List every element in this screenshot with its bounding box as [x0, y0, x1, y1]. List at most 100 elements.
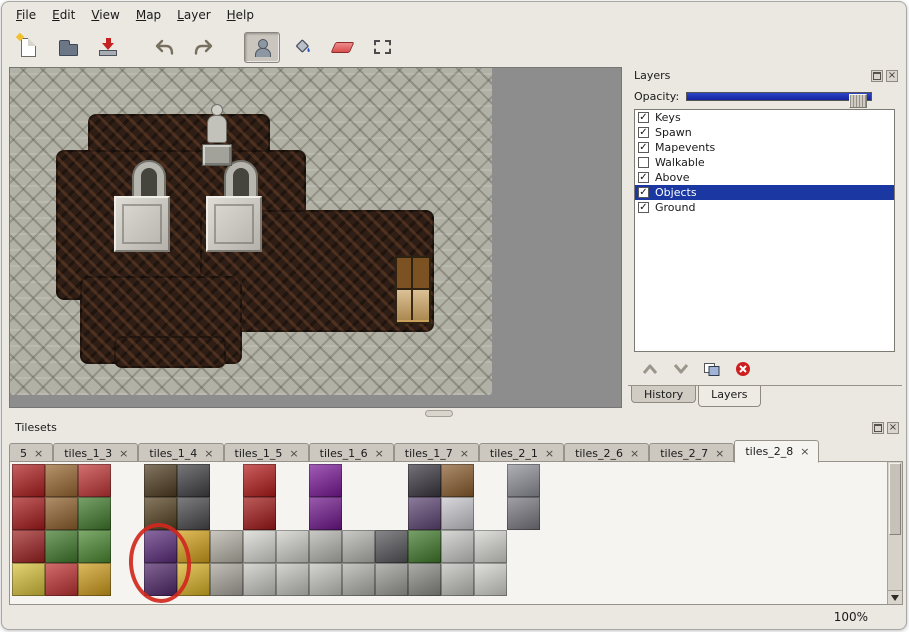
undo-button[interactable]	[146, 32, 182, 63]
tileset-tab-tiles_2_7[interactable]: tiles_2_7×	[649, 443, 734, 462]
close-tab-icon[interactable]: ×	[204, 449, 213, 458]
close-panel-button[interactable]: ×	[886, 70, 898, 82]
layer-row-above[interactable]: ✓Above	[635, 170, 894, 185]
close-tab-icon[interactable]: ×	[545, 449, 554, 458]
tileset-tile[interactable]	[45, 563, 78, 596]
tileset-tile[interactable]	[276, 497, 309, 530]
close-tab-icon[interactable]: ×	[289, 449, 298, 458]
tileset-tile[interactable]	[474, 530, 507, 563]
tileset-tile[interactable]	[507, 563, 540, 596]
eraser-tool-button[interactable]	[324, 32, 360, 63]
tileset-tile[interactable]	[78, 464, 111, 497]
layer-visibility-checkbox[interactable]: ✓	[638, 172, 649, 183]
dock-tab-layers[interactable]: Layers	[698, 386, 760, 407]
tileset-tile[interactable]	[210, 530, 243, 563]
close-panel-button[interactable]: ×	[887, 422, 899, 434]
fill-tool-button[interactable]	[284, 32, 320, 63]
tileset-tile[interactable]	[507, 464, 540, 497]
tileset-tile[interactable]	[78, 530, 111, 563]
opacity-slider-handle[interactable]	[849, 94, 867, 108]
tileset-tile[interactable]	[12, 563, 45, 596]
tileset-tile[interactable]	[375, 497, 408, 530]
tileset-tile[interactable]	[210, 497, 243, 530]
tileset-tile[interactable]	[474, 497, 507, 530]
tileset-tile[interactable]	[12, 497, 45, 530]
tileset-tile[interactable]	[12, 530, 45, 563]
new-file-button[interactable]	[10, 32, 46, 63]
tileset-tile[interactable]	[342, 563, 375, 596]
tileset-tab-tiles_2_6[interactable]: tiles_2_6×	[564, 443, 649, 462]
layer-visibility-checkbox[interactable]: ✓	[638, 127, 649, 138]
tileset-tile[interactable]	[243, 497, 276, 530]
tileset-tile[interactable]	[144, 530, 177, 563]
tileset-tile[interactable]	[474, 464, 507, 497]
float-panel-button[interactable]	[871, 70, 883, 82]
layer-row-mapevents[interactable]: ✓Mapevents	[635, 140, 894, 155]
layer-visibility-checkbox[interactable]: ✓	[638, 202, 649, 213]
menu-view[interactable]: View	[83, 5, 127, 25]
open-file-button[interactable]	[50, 32, 86, 63]
tileset-tile[interactable]	[12, 464, 45, 497]
close-tab-icon[interactable]: ×	[34, 449, 43, 458]
layer-row-spawn[interactable]: ✓Spawn	[635, 125, 894, 140]
tileset-tile[interactable]	[441, 464, 474, 497]
tileset-tile[interactable]	[408, 563, 441, 596]
tileset-tile[interactable]	[45, 530, 78, 563]
save-file-button[interactable]	[90, 32, 126, 63]
stamp-tool-button[interactable]	[244, 32, 280, 63]
menu-map[interactable]: Map	[128, 5, 169, 25]
tileset-tile[interactable]	[309, 530, 342, 563]
tileset-tab-tiles_1_4[interactable]: tiles_1_4×	[138, 443, 223, 462]
tileset-tile[interactable]	[375, 530, 408, 563]
tileset-tile[interactable]	[111, 563, 144, 596]
tileset-tile[interactable]	[474, 563, 507, 596]
duplicate-layer-button[interactable]	[702, 360, 722, 378]
tileset-tile[interactable]	[408, 530, 441, 563]
tileset-tab-5[interactable]: 5×	[9, 443, 53, 462]
tileset-tile[interactable]	[507, 497, 540, 530]
tileset-tile[interactable]	[177, 563, 210, 596]
scrollbar-thumb[interactable]	[889, 463, 901, 535]
tileset-tile[interactable]	[45, 497, 78, 530]
tileset-tile[interactable]	[177, 464, 210, 497]
close-tab-icon[interactable]: ×	[800, 447, 809, 456]
tileset-tile[interactable]	[177, 530, 210, 563]
tileset-scrollbar[interactable]	[887, 462, 902, 604]
layer-list[interactable]: ✓Keys✓Spawn✓MapeventsWalkable✓Above✓Obje…	[634, 109, 895, 352]
pane-splitter-grip[interactable]	[425, 410, 453, 417]
tileset-tile[interactable]	[243, 464, 276, 497]
map-canvas[interactable]	[10, 68, 492, 395]
tileset-tile[interactable]	[111, 464, 144, 497]
delete-layer-button[interactable]	[733, 360, 753, 378]
tileset-tile[interactable]	[45, 464, 78, 497]
tileset-tile[interactable]	[342, 530, 375, 563]
tileset-content[interactable]	[9, 461, 903, 605]
tileset-tab-tiles_1_3[interactable]: tiles_1_3×	[53, 443, 138, 462]
opacity-slider[interactable]	[686, 92, 872, 101]
layer-row-keys[interactable]: ✓Keys	[635, 110, 894, 125]
layer-visibility-checkbox[interactable]: ✓	[638, 112, 649, 123]
menu-layer[interactable]: Layer	[169, 5, 218, 25]
tileset-tab-tiles_2_8[interactable]: tiles_2_8×	[734, 440, 819, 463]
tileset-tile[interactable]	[243, 563, 276, 596]
scrollbar-down-button[interactable]	[888, 590, 902, 604]
tileset-tile[interactable]	[144, 563, 177, 596]
tileset-tile[interactable]	[375, 464, 408, 497]
layer-visibility-checkbox[interactable]: ✓	[638, 142, 649, 153]
layer-visibility-checkbox[interactable]: ✓	[638, 187, 649, 198]
tileset-tile[interactable]	[111, 530, 144, 563]
tileset-tile[interactable]	[309, 497, 342, 530]
tileset-tile[interactable]	[408, 497, 441, 530]
tileset-tile[interactable]	[210, 563, 243, 596]
float-panel-button[interactable]	[872, 422, 884, 434]
close-tab-icon[interactable]: ×	[715, 449, 724, 458]
tileset-tile[interactable]	[441, 497, 474, 530]
dock-tab-history[interactable]: History	[631, 386, 696, 403]
tileset-tile[interactable]	[144, 497, 177, 530]
tileset-tab-tiles_1_6[interactable]: tiles_1_6×	[309, 443, 394, 462]
tileset-tile[interactable]	[309, 563, 342, 596]
tileset-tile[interactable]	[276, 530, 309, 563]
move-layer-up-button[interactable]	[640, 360, 660, 378]
redo-button[interactable]	[186, 32, 222, 63]
tileset-tile[interactable]	[309, 464, 342, 497]
